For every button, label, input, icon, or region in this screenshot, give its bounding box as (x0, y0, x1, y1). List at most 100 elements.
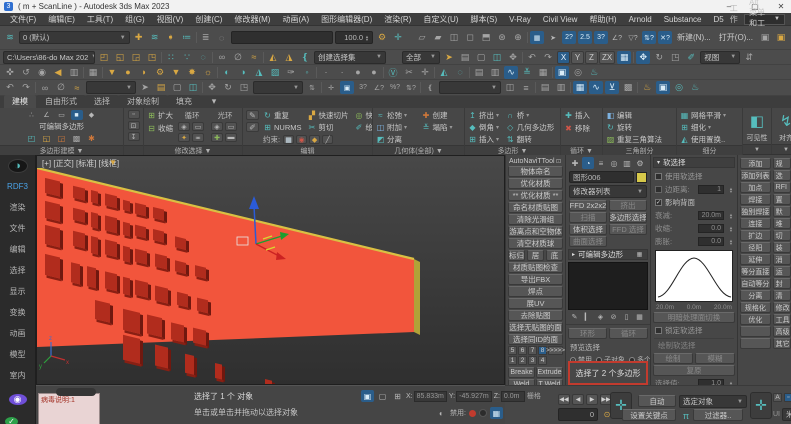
autonavi-button[interactable]: 展UV (508, 298, 563, 309)
object-name-field[interactable]: 图形006 (569, 171, 634, 183)
material-id-button[interactable]: 3 (528, 356, 537, 365)
rotate-icon[interactable]: ↻ (652, 51, 666, 64)
selection-lock-icon[interactable]: ▢ (376, 390, 389, 402)
autonavi-button[interactable]: 底 (546, 250, 563, 261)
grid-dots2-icon[interactable]: ∵ (180, 51, 194, 64)
quick-modifier-button[interactable]: 体积选择 (569, 224, 607, 235)
select-by-name-icon[interactable]: ➤ (442, 51, 456, 64)
rect-region-icon[interactable]: ▢ (474, 51, 488, 64)
record-dot-icon[interactable] (469, 410, 476, 417)
sky-light-icon[interactable]: ☼ (201, 66, 215, 79)
configure-modifier-icon[interactable]: ▦ (634, 312, 645, 322)
toolbar-icon[interactable] (217, 67, 218, 78)
link2-icon[interactable]: ∞ (38, 81, 52, 94)
toolbar-icon[interactable] (633, 52, 634, 63)
autonavi-button[interactable]: 选择同ID的面 (508, 334, 563, 345)
create-tab-icon[interactable]: ✚ (569, 157, 581, 169)
poly-tool-button[interactable]: 焊接 (740, 194, 771, 205)
container-b-icon[interactable]: ▰ (431, 31, 445, 44)
menu-item[interactable]: 自定义(U) (417, 14, 464, 25)
scale2-icon[interactable]: ◳ (237, 81, 251, 94)
relax-button[interactable]: ≈松弛▾ (376, 110, 416, 121)
toolbar-icon[interactable] (161, 52, 162, 63)
move-icon[interactable]: ✥ (636, 51, 650, 64)
brush-size-3-icon[interactable]: ● (351, 66, 365, 79)
autonavi-button[interactable]: 选择无贴图的面 (508, 322, 563, 333)
paint-brush-icon[interactable]: ✎ (246, 110, 259, 120)
edit-tri-button[interactable]: ◧编辑 (606, 110, 673, 121)
quick-modifier-button[interactable]: FFD 2x2x2 (569, 200, 607, 211)
shaded-face-toggle-button[interactable]: 明暗处理面切换 (653, 312, 735, 323)
bevel-button[interactable]: ◆倒角▾ (468, 122, 500, 133)
menu-item[interactable]: 图形编辑器(D) (315, 14, 378, 25)
vray-icon[interactable]: Ⓥ (386, 66, 400, 79)
menu-item[interactable]: 动画(A) (276, 14, 315, 25)
menu-item[interactable]: V-Ray (503, 15, 537, 24)
bridge-button[interactable]: ∩桥▾ (506, 110, 557, 121)
undo-icon[interactable]: ↶ (525, 51, 539, 64)
quick-modifier-button[interactable]: 多边形选择 (609, 212, 647, 223)
environment-icon[interactable]: ◐ (220, 66, 234, 79)
poly-tool-button[interactable]: 径阳 (740, 242, 771, 253)
displacement-button[interactable]: ◭使用置换.. (680, 134, 739, 145)
toolbar-icon[interactable] (196, 32, 197, 43)
object-color-swatch[interactable] (636, 172, 647, 183)
menu-item[interactable]: 帮助(H) (583, 14, 622, 25)
affect-backfacing-checkbox[interactable]: ✓影响背面 (651, 196, 737, 209)
spinner-snap-c-icon[interactable]: ⇅? (404, 81, 418, 94)
lock-stack-icon[interactable]: ⊘ (608, 312, 619, 322)
poly-tool-button[interactable] (740, 338, 771, 349)
swift-loop-button[interactable]: ◎快速循环 (355, 110, 373, 121)
isolate-layer-icon[interactable]: ≣ (199, 31, 213, 44)
pivot-icon[interactable]: ✛ (324, 81, 338, 94)
material-id-button[interactable]: 4 (538, 356, 547, 365)
poly-tool-button-clipped[interactable]: 运 (773, 266, 791, 277)
poly-tool-button-clipped[interactable]: 清 (773, 290, 791, 301)
attach-button[interactable]: ◫附加▾ (376, 122, 416, 133)
autonavi-button[interactable]: 游离点和空物体 (508, 226, 563, 237)
snap-2d-icon[interactable]: 2? (562, 31, 576, 44)
curve-editor2-icon[interactable]: ∿ (589, 81, 603, 94)
poly-tool-button[interactable]: 分离 (740, 290, 771, 301)
coordinate-dropdown[interactable]: ▼ (253, 81, 303, 94)
spinner-snap-b-icon[interactable]: ⇅ (305, 81, 319, 94)
snap-override-icon[interactable]: ✕? (658, 31, 672, 44)
menu-item[interactable]: 渲染(R) (378, 14, 417, 25)
soft-selection-header[interactable]: ▾软选择 (653, 157, 735, 168)
blur-button[interactable]: 模糊 (695, 353, 735, 364)
brush-size-1-icon[interactable]: · (319, 66, 333, 79)
panel-footer[interactable]: 多边形建模 ▼ (0, 145, 123, 155)
container-d-icon[interactable]: ◻ (463, 31, 477, 44)
spinner-snap-icon[interactable]: ⇅? (642, 31, 656, 44)
percent-snap-icon[interactable]: ▽? (626, 31, 640, 44)
rect-region2-icon[interactable]: ▢ (170, 81, 184, 94)
edge-subobj-icon[interactable]: ∠ (41, 110, 53, 120)
loop-d-icon[interactable]: ≖ (192, 133, 204, 142)
result-mini-icon[interactable]: ↧ (128, 132, 140, 141)
cage-mini-icon[interactable]: ⊡ (128, 121, 140, 130)
x-coordinate-field[interactable]: 85.833m (414, 391, 447, 402)
poly-tool-button-clipped[interactable]: 堆 (773, 218, 791, 229)
border-subobj-icon[interactable]: ▭ (56, 110, 68, 120)
listener-handle[interactable] (56, 388, 96, 396)
undo2-icon[interactable]: ↶ (3, 81, 17, 94)
rendered-frame2-icon[interactable]: ◎ (672, 81, 686, 94)
rotate-tri-button[interactable]: ↻旋转 (606, 122, 673, 133)
layer-explorer-icon[interactable]: ▥ (554, 81, 568, 94)
curve-editor-icon[interactable]: ∿ (504, 66, 518, 79)
loop-button[interactable]: 循环 (609, 328, 648, 339)
constrain-normal-icon[interactable]: ╱ (322, 135, 333, 144)
ribbon-tab[interactable]: 建模 (4, 95, 36, 108)
time-tag-icon[interactable]: ▦ (490, 407, 503, 419)
link-dropdown[interactable]: ▼ (86, 81, 136, 94)
loop-b-icon[interactable]: ▭ (192, 122, 204, 131)
redo2-icon[interactable]: ↷ (19, 81, 33, 94)
opacity-spinner[interactable]: 100.0▲▼ (335, 31, 373, 44)
poly-tool-button[interactable]: 独别焊接 (740, 206, 771, 217)
select-layer-objects-icon[interactable]: ≔ (180, 31, 194, 44)
sun-light-icon[interactable]: ✸ (185, 66, 199, 79)
mirror-icon[interactable]: ◫ (503, 81, 517, 94)
sidebar-item[interactable]: 模型 (9, 344, 25, 365)
poly-tool-button[interactable]: 扩边 (740, 230, 771, 241)
quick-modifier-button[interactable]: 扫描 (569, 212, 607, 223)
